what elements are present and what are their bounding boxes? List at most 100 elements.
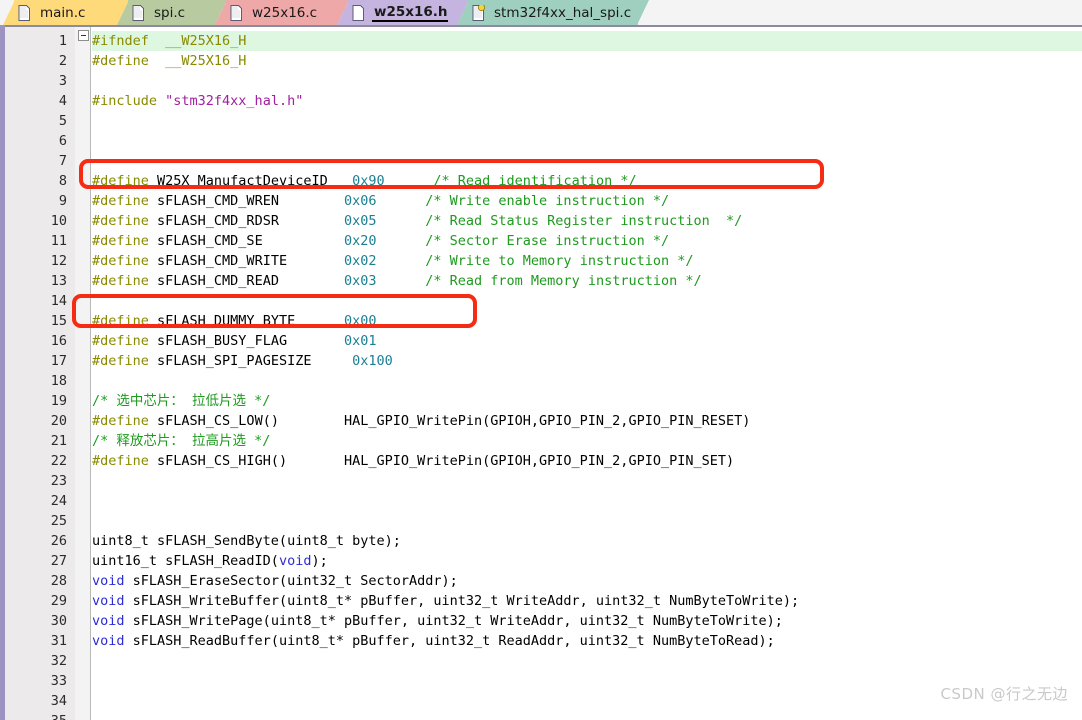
code-token: sFLASH_CS_HIGH() (157, 453, 344, 469)
line-number: 14 (50, 293, 67, 309)
code-line[interactable]: void sFLASH_WriteBuffer(uint8_t* pBuffer… (92, 591, 799, 611)
code-token: void (278, 553, 312, 569)
code-token: sFLASH_EraseSector(uint32_t SectorAddr); (124, 573, 458, 589)
code-token: 0x90 (352, 173, 385, 189)
line-number: 31 (50, 633, 67, 649)
code-token: #define (92, 273, 158, 289)
code-token: #define (92, 353, 158, 369)
line-number: 8 (58, 173, 67, 189)
document-icon (230, 4, 242, 21)
code-line[interactable]: #define sFLASH_CMD_READ 0x03 /* Read fro… (92, 271, 702, 291)
editor-tab-main-c[interactable]: main.c (3, 0, 129, 25)
code-token: /* 选中芯片： 拉低片选 */ (92, 393, 271, 409)
code-token: HAL_GPIO_WritePin(GPIOH,GPIO_PIN_2,GPIO_… (343, 453, 735, 469)
code-token: 0x03 (343, 273, 377, 289)
line-number: 27 (50, 553, 67, 569)
code-line[interactable]: #define W25X_ManufactDeviceID 0x90 /* Re… (92, 171, 637, 191)
tab-label: w25x16.c (252, 4, 318, 21)
code-token: 0x100 (352, 353, 393, 369)
code-token: #define (92, 213, 158, 229)
editor-tab-stm32f4xx-hal-spi-c[interactable]: stm32f4xx_hal_spi.c (457, 0, 649, 25)
line-number: 18 (50, 373, 67, 389)
code-token: 0x20 (343, 233, 377, 249)
code-line[interactable]: void sFLASH_WritePage(uint8_t* pBuffer, … (92, 611, 783, 631)
code-token: 0x01 (343, 333, 377, 349)
code-token: 0x02 (343, 253, 377, 269)
line-number: 15 (50, 313, 67, 329)
line-number: 32 (50, 653, 67, 669)
line-number: 35 (5, 711, 67, 720)
code-line[interactable]: #define sFLASH_CMD_WREN 0x06 /* Write en… (92, 191, 669, 211)
line-number: 28 (50, 573, 67, 589)
line-number: 24 (50, 493, 67, 509)
code-token: sFLASH_WriteBuffer(uint8_t* pBuffer, uin… (124, 593, 800, 609)
code-token: uint8_t sFLASH_SendByte(uint8_t byte); (92, 533, 401, 549)
code-token: #define __W25X16_H (92, 53, 247, 69)
code-token: sFLASH_SPI_PAGESIZE (157, 353, 353, 369)
code-token: #ifndef __W25X16_H (92, 33, 247, 49)
csdn-watermark: CSDN @行之无边 (940, 685, 1068, 703)
line-number: 33 (50, 673, 67, 689)
code-token: sFLASH_CMD_READ (157, 273, 344, 289)
code-line[interactable]: #define sFLASH_CMD_SE 0x20 /* Sector Era… (92, 231, 669, 251)
code-line[interactable]: void sFLASH_EraseSector(uint32_t SectorA… (92, 571, 458, 591)
code-line[interactable]: /* 释放芯片： 拉高片选 */ (92, 431, 270, 451)
code-token: 0x00 (343, 313, 377, 329)
code-line[interactable]: #define sFLASH_SPI_PAGESIZE 0x100 (92, 351, 393, 371)
code-line[interactable]: uint8_t sFLASH_SendByte(uint8_t byte); (92, 531, 401, 551)
line-number: 12 (50, 253, 67, 269)
code-token: #include (92, 93, 166, 109)
code-token: sFLASH_BUSY_FLAG (157, 333, 344, 349)
code-line[interactable]: #include "stm32f4xx_hal.h" (92, 91, 303, 111)
document-icon (352, 4, 364, 21)
editor-tab-w25x16-h[interactable]: w25x16.h (337, 0, 469, 25)
code-token: #define (92, 233, 158, 249)
document-modified-icon (472, 4, 485, 21)
code-line[interactable]: #define sFLASH_BUSY_FLAG 0x01 (92, 331, 376, 351)
line-number: 9 (58, 193, 67, 209)
line-number: 21 (50, 433, 67, 449)
code-token: /* 释放芯片： 拉高片选 */ (92, 433, 271, 449)
code-line[interactable]: #ifndef __W25X16_H (92, 31, 246, 51)
code-line[interactable]: #define sFLASH_CS_LOW() HAL_GPIO_WritePi… (92, 411, 750, 431)
fold-collapse-icon[interactable] (78, 30, 89, 41)
tab-left-bevel (3, 0, 15, 25)
line-number: 30 (50, 613, 67, 629)
code-folding-margin[interactable] (75, 27, 91, 720)
line-number: 3 (58, 73, 67, 89)
editor-tab-spi-c[interactable]: spi.c (117, 0, 227, 25)
line-number: 17 (50, 353, 67, 369)
code-editor[interactable]: 1 #ifndef __W25X16_H 2 #define __W25X16_H 3 4… (0, 25, 1082, 720)
line-number: 4 (58, 93, 67, 109)
code-token: void (92, 573, 125, 589)
line-number: 13 (50, 273, 67, 289)
code-line[interactable]: /* 选中芯片： 拉低片选 */ (92, 391, 270, 411)
code-token: sFLASH_CS_LOW() (157, 413, 344, 429)
code-line[interactable]: #define sFLASH_CMD_WRITE 0x02 /* Write t… (92, 251, 693, 271)
code-line[interactable]: uint16_t sFLASH_ReadID(void); (92, 551, 328, 571)
code-token: sFLASH_CMD_WREN (157, 193, 344, 209)
tab-label: w25x16.h (372, 3, 448, 22)
document-icon (132, 4, 144, 21)
code-token: 0x06 (343, 193, 377, 209)
editor-tab-bar: main.c spi.c w25x16.c w25x16.h stm32f4xx_hal… (0, 0, 1082, 25)
code-token: W25X_ManufactDeviceID (157, 173, 353, 189)
code-token: HAL_GPIO_WritePin(GPIOH,GPIO_PIN_2,GPIO_… (343, 413, 751, 429)
code-token: /* Write enable instruction */ (425, 193, 670, 209)
line-number: 25 (50, 513, 67, 529)
code-line[interactable]: #define sFLASH_CMD_RDSR 0x05 /* Read Sta… (92, 211, 742, 231)
code-line[interactable]: void sFLASH_ReadBuffer(uint8_t* pBuffer,… (92, 631, 775, 651)
code-token: sFLASH_CMD_WRITE (157, 253, 344, 269)
code-line[interactable]: #define sFLASH_CS_HIGH() HAL_GPIO_WriteP… (92, 451, 734, 471)
editor-tab-w25x16-c[interactable]: w25x16.c (215, 0, 349, 25)
code-line[interactable]: #define __W25X16_H (92, 51, 246, 71)
line-number: 20 (50, 413, 67, 429)
code-line[interactable]: #define sFLASH_DUMMY_BYTE 0x00 (92, 311, 376, 331)
line-number: 1 (58, 33, 67, 49)
code-token: void (92, 633, 125, 649)
